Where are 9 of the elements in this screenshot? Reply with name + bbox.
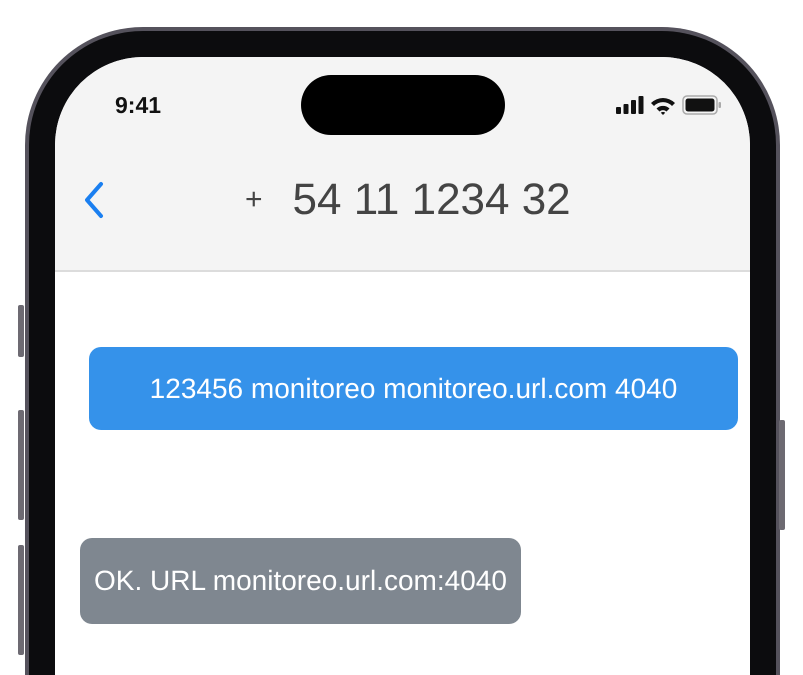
message-bubble: OK. URL monitoreo.url.com:4040 (80, 538, 521, 624)
message-bubble: 123456 monitoreo monitoreo.url.com 4040 (89, 347, 738, 430)
signal-icon (616, 96, 644, 114)
phone-prefix: + (245, 183, 263, 217)
status-time: 9:41 (114, 92, 162, 118)
battery-icon (682, 95, 722, 115)
back-icon[interactable] (83, 181, 105, 219)
phone-number: 54 11 1234 32 (292, 175, 571, 225)
wifi-icon (650, 96, 676, 114)
